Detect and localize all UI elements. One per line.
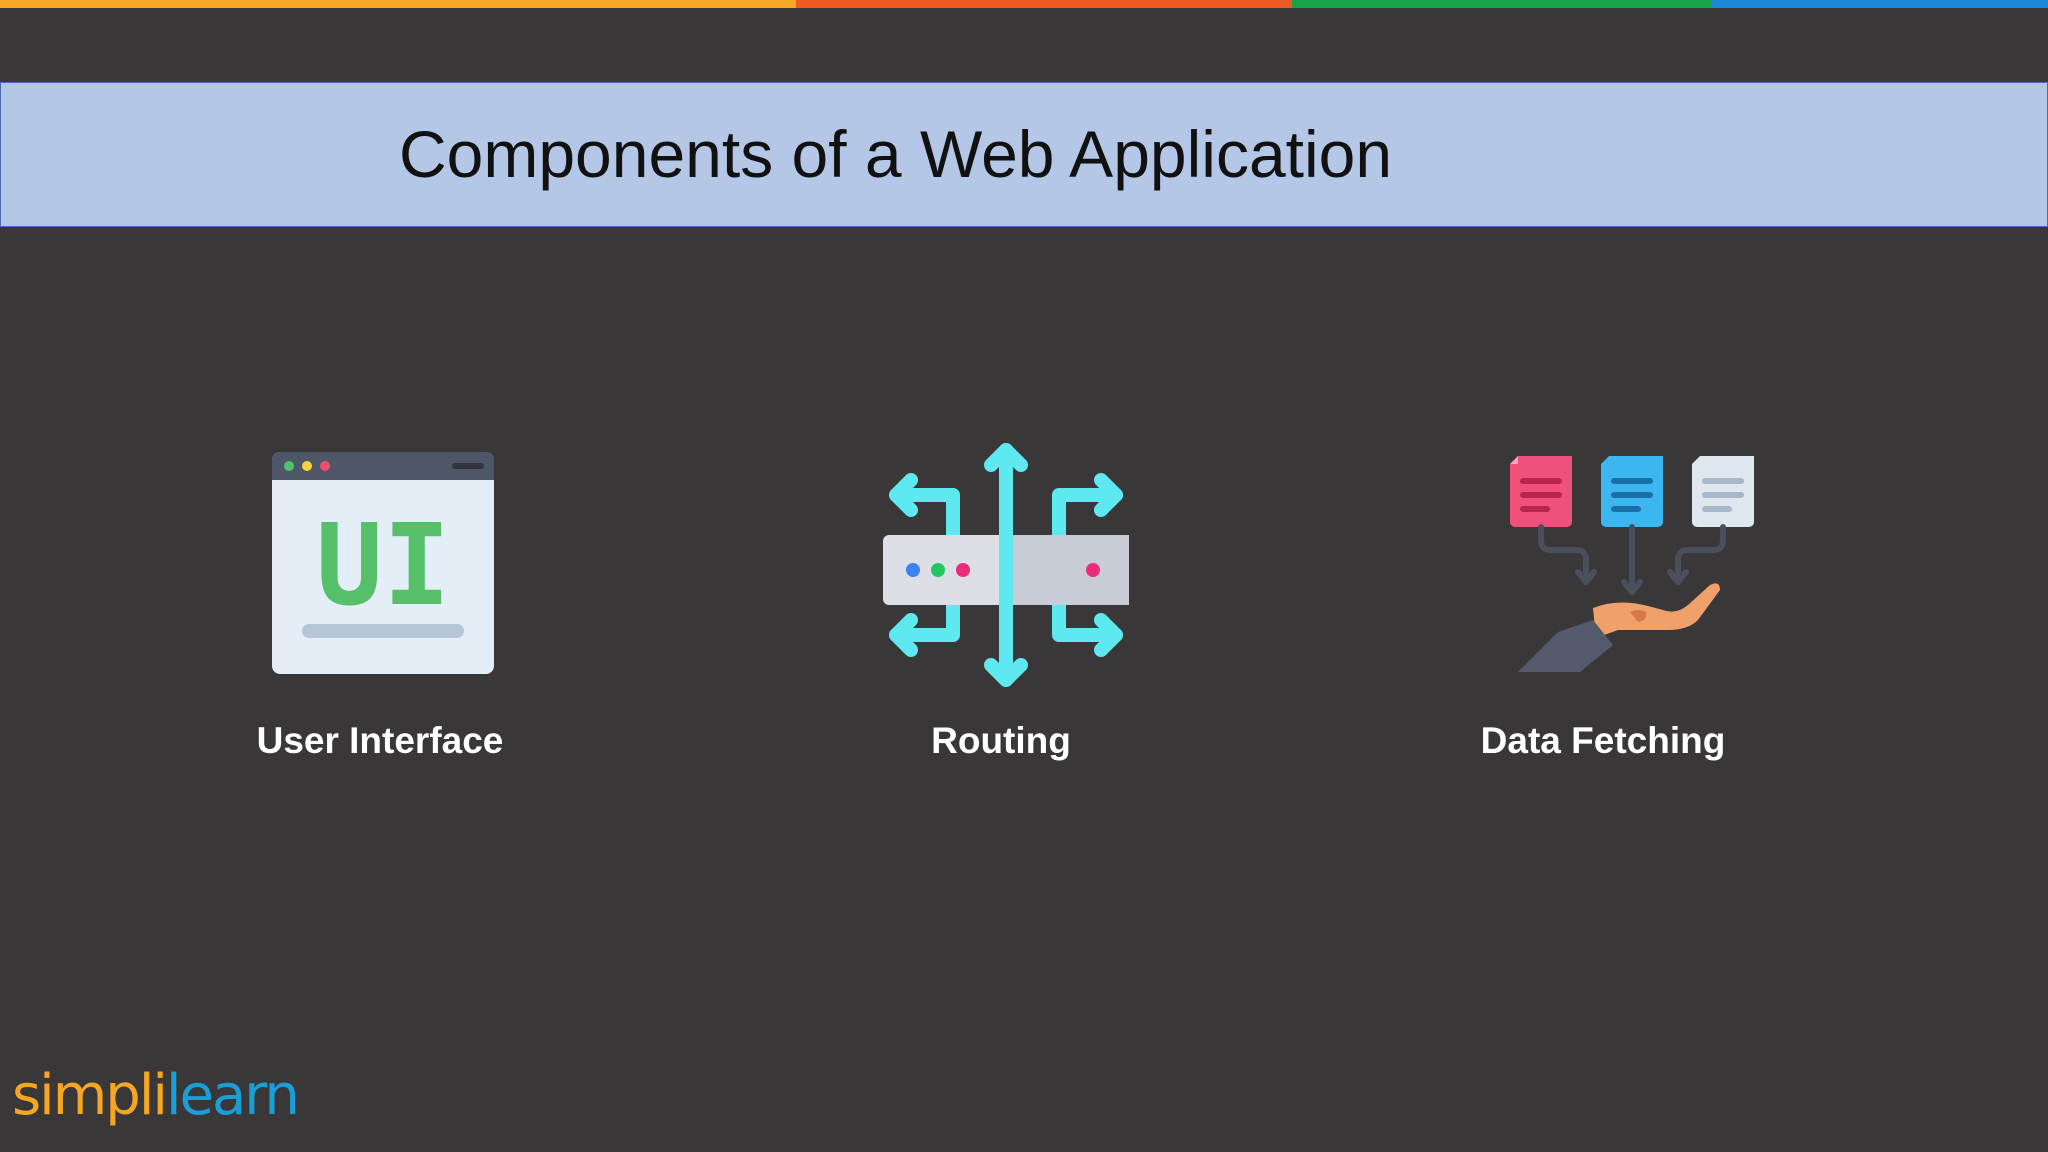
top-bar-blue-segment bbox=[1712, 0, 2048, 8]
logo-part-pipe: i bbox=[152, 1063, 168, 1128]
simplilearn-logo: simplilearn bbox=[12, 1068, 300, 1124]
slide: Components of a Web Application UI User … bbox=[0, 0, 2048, 1152]
page-title: Components of a Web Application bbox=[399, 117, 1393, 191]
component-label-user-interface: User Interface bbox=[256, 720, 504, 761]
ui-window-icon: UI bbox=[270, 440, 496, 681]
top-color-bar bbox=[0, 0, 2048, 8]
ui-icon-text: UI bbox=[316, 501, 451, 631]
top-bar-orange-segment bbox=[0, 0, 796, 8]
routing-arrows-icon bbox=[881, 440, 1131, 695]
top-bar-red-segment bbox=[796, 0, 1292, 8]
logo-part-learn: learn bbox=[165, 1063, 300, 1128]
top-bar-green-segment bbox=[1292, 0, 1712, 8]
component-label-routing: Routing bbox=[931, 720, 1071, 761]
title-band: Components of a Web Application bbox=[0, 82, 2048, 227]
logo-part-simpl: simpl bbox=[12, 1063, 154, 1128]
component-label-data-fetching: Data Fetching bbox=[1480, 720, 1726, 761]
data-fetching-documents-icon bbox=[1498, 440, 1758, 695]
